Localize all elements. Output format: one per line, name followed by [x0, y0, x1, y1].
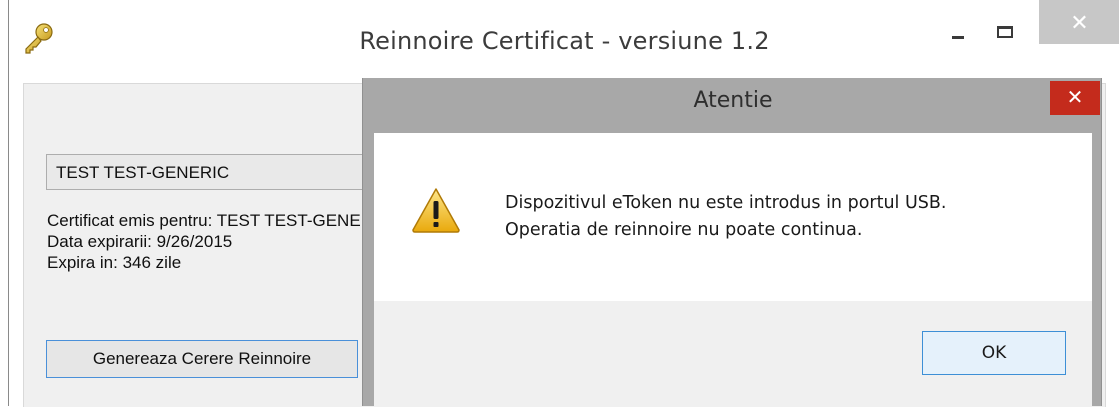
maximize-button[interactable] [983, 0, 1031, 44]
main-titlebar[interactable]: Reinnoire Certificat - versiune 1.2 ✕ [9, 0, 1119, 82]
expires-in-label: Expira in: 346 zile [47, 253, 182, 272]
dialog-message: Dispozitivul eToken nu este introdus in … [505, 190, 1085, 244]
close-icon: ✕ [1066, 85, 1084, 109]
expiry-date-label: Data expirarii: 9/26/2015 [47, 232, 233, 251]
message-line-2: Operatia de reinnoire nu poate continua. [505, 220, 863, 240]
dialog-footer: OK [374, 301, 1092, 406]
certificate-info: Certificat emis pentru: TEST TEST-GENERI… [47, 210, 377, 273]
dialog-title: Atentie [693, 88, 773, 113]
issued-for-label: Certificat emis pentru: TEST TEST-GENERI… [47, 211, 377, 230]
ok-button[interactable]: OK [922, 331, 1066, 375]
close-icon: ✕ [1070, 11, 1089, 36]
maximize-icon [997, 26, 1013, 38]
warning-dialog: Atentie ✕ Dispozitivul eToken nu este in… [362, 78, 1102, 406]
message-line-1: Dispozitivul eToken nu este introdus in … [505, 193, 947, 213]
certificate-select[interactable]: TEST TEST-GENERIC [46, 154, 376, 190]
dialog-close-button[interactable]: ✕ [1050, 81, 1100, 115]
minimize-button[interactable] [935, 0, 983, 44]
minimize-icon [952, 36, 964, 39]
generate-renewal-button[interactable]: Genereaza Cerere Reinnoire [46, 340, 358, 378]
warning-icon [412, 188, 460, 233]
close-button[interactable]: ✕ [1039, 0, 1119, 44]
dialog-body: Dispozitivul eToken nu este introdus in … [374, 133, 1092, 301]
